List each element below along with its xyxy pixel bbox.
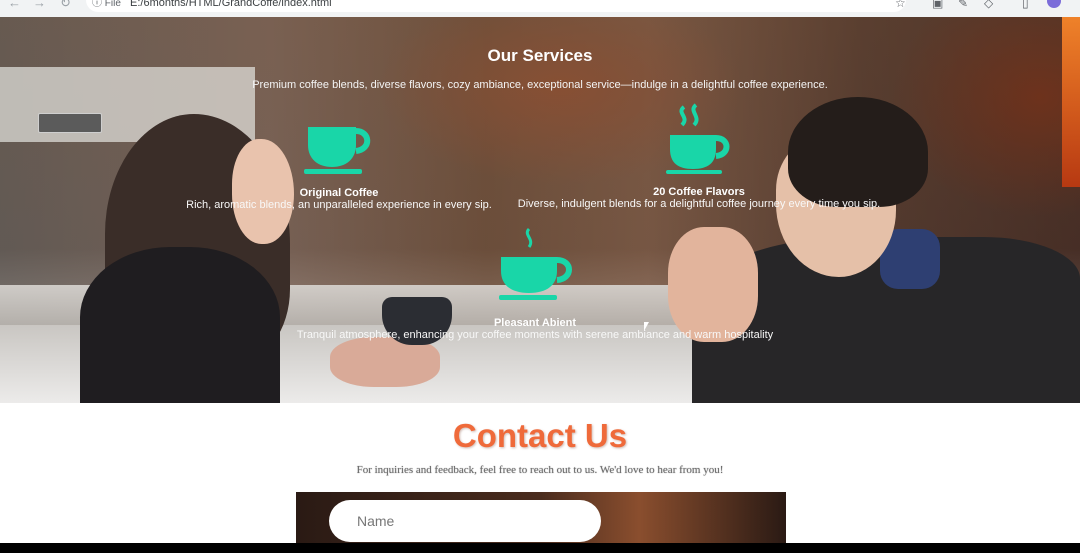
side-panel-icon[interactable]: ▯ [1022, 0, 1029, 10]
woman-body [80, 247, 280, 403]
contact-section: Contact Us For inquiries and feedback, f… [0, 403, 1080, 543]
mouse-cursor-icon [644, 322, 649, 331]
coffee-cup-icon [304, 127, 371, 174]
services-title: Our Services [487, 46, 593, 65]
site-info-icon[interactable]: ⓘ File [92, 0, 121, 9]
profile-avatar[interactable] [1047, 0, 1061, 8]
service-original-coffee: Original Coffee Rich, aromatic blends, a… [180, 123, 498, 211]
contact-form [296, 492, 786, 543]
extension-icon[interactable]: ▣ [932, 0, 943, 10]
forward-icon[interactable]: → [33, 0, 46, 10]
coffee-cup-steam-icon [499, 227, 572, 300]
back-icon[interactable]: ← [8, 0, 21, 10]
service-coffee-flavors: 20 Coffee Flavors Diverse, indulgent ble… [508, 103, 890, 210]
pen-extension-icon[interactable]: ✎ [958, 0, 968, 10]
browser-toolbar: ← → ↻ ⓘ File E:/6months/HTML/GrandCoffe/… [0, 0, 1080, 17]
service-description: Diverse, indulgent blends for a delightf… [517, 198, 881, 210]
steaming-coffee-cup-icon [666, 103, 730, 174]
site-info-label: File [104, 0, 121, 9]
contact-title: Contact Us [452, 417, 628, 454]
reload-icon[interactable]: ↻ [60, 0, 71, 11]
service-name: 20 Coffee Flavors [653, 186, 745, 198]
contact-subtitle: For inquiries and feedback, feel free to… [356, 464, 724, 476]
bottom-bar [0, 543, 1080, 553]
service-description: Rich, aromatic blends, an unparalleled e… [186, 199, 492, 211]
service-name: Original Coffee [299, 187, 379, 199]
bookmark-star-icon[interactable]: ☆ [895, 0, 906, 10]
background-sign [38, 113, 102, 133]
service-name: Pleasant Abient [493, 317, 577, 329]
address-bar[interactable]: ⓘ File E:/6months/HTML/GrandCoffe/index.… [86, 0, 906, 12]
background-light [1062, 17, 1080, 187]
services-section: Our Services Premium coffee blends, dive… [0, 17, 1080, 403]
puzzle-icon[interactable]: ◇ [984, 0, 993, 10]
service-pleasant-ambient: Pleasant Abient Tranquil atmosphere, enh… [270, 227, 800, 341]
name-input[interactable] [329, 500, 601, 542]
address-url: E:/6months/HTML/GrandCoffe/index.html [130, 0, 332, 9]
service-description: Tranquil atmosphere, enhancing your coff… [296, 329, 774, 341]
services-subtitle: Premium coffee blends, diverse flavors, … [252, 79, 828, 91]
